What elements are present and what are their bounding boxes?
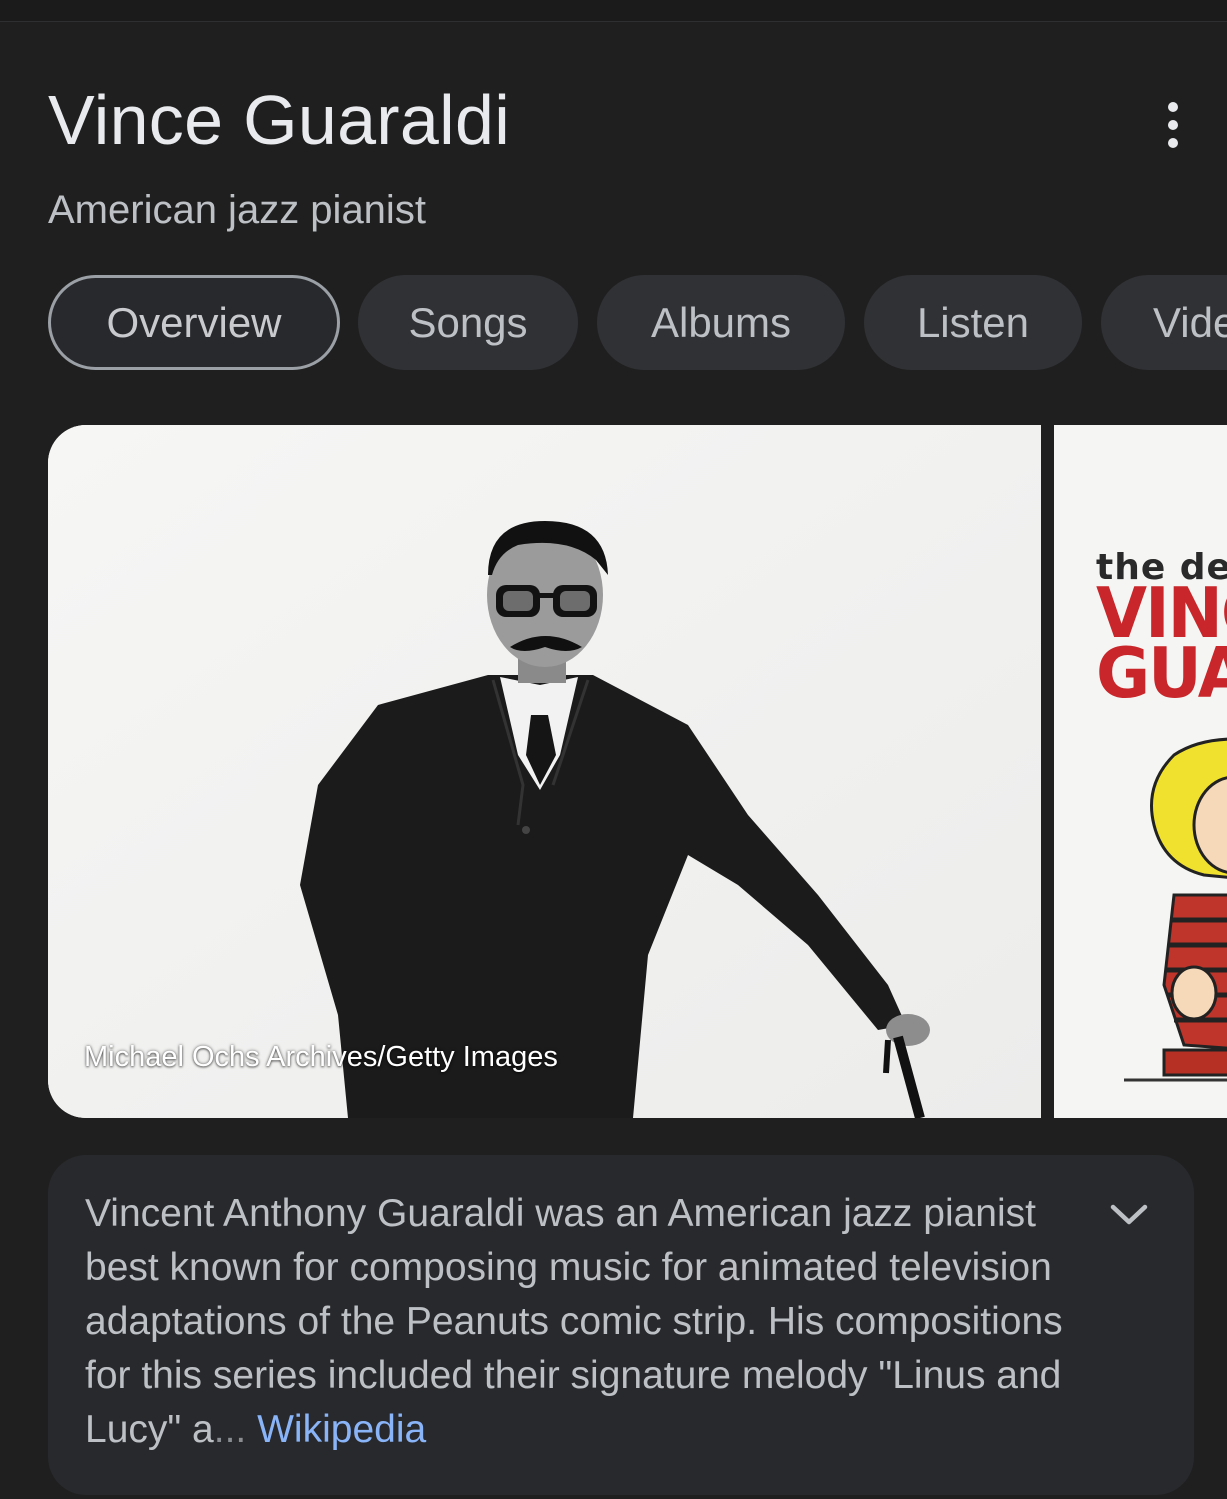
tab-bar: Overview Songs Albums Listen Videos [0, 274, 1227, 372]
description-card[interactable]: Vincent Anthony Guaraldi was an American… [48, 1155, 1194, 1495]
top-divider [0, 0, 1227, 22]
description-text: Vincent Anthony Guaraldi was an American… [85, 1187, 1095, 1457]
tab-songs[interactable]: Songs [358, 275, 578, 370]
tab-overview[interactable]: Overview [48, 275, 340, 370]
tab-albums[interactable]: Albums [597, 275, 845, 370]
album-cover-photo[interactable]: the definitive VINCE GUARALDI [1054, 425, 1227, 1118]
entity-title: Vince Guaraldi [48, 81, 511, 159]
tab-listen[interactable]: Listen [864, 275, 1082, 370]
description-ellipsis: ... [213, 1408, 247, 1451]
wikipedia-link[interactable]: Wikipedia [257, 1408, 426, 1451]
chevron-down-icon[interactable] [1108, 1199, 1150, 1229]
more-vert-icon [1168, 102, 1178, 112]
more-vert-icon-dot [1168, 120, 1178, 130]
more-vert-icon-dot [1168, 138, 1178, 148]
entity-subtitle: American jazz pianist [48, 188, 426, 232]
tab-videos[interactable]: Videos [1101, 275, 1227, 370]
more-options-button[interactable] [1148, 100, 1198, 150]
album-cover-text: GUARALDI [1096, 633, 1227, 714]
artist-photo-illustration [48, 425, 1041, 1118]
artist-photo[interactable]: Michael Ochs Archives/Getty Images [48, 425, 1041, 1118]
image-carousel: Michael Ochs Archives/Getty Images the d… [0, 425, 1227, 1118]
image-credit: Michael Ochs Archives/Getty Images [84, 1041, 558, 1073]
album-cover-illustration [1124, 737, 1227, 1082]
